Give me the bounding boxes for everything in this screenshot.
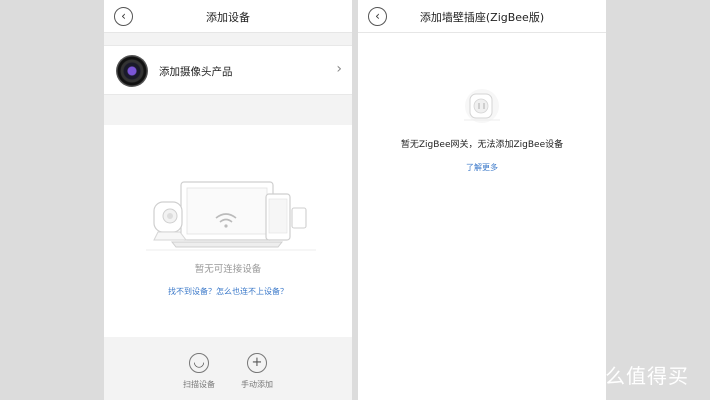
- learn-more-link[interactable]: 了解更多: [358, 162, 606, 173]
- add-device-screen: ‹ 添加设备 添加摄像头产品 › 暂无可连接设备 找不到设备？怎么也连不上设备？…: [104, 0, 352, 400]
- scan-device-label: 扫描设备: [183, 380, 215, 389]
- bottom-actions: ◡ 扫描设备 + 手动添加: [104, 337, 352, 400]
- chevron-right-icon: ›: [336, 61, 342, 77]
- devices-illustration: [146, 181, 316, 251]
- scan-device-button[interactable]: ◡ 扫描设备: [174, 353, 224, 390]
- scan-icon: ◡: [189, 353, 209, 373]
- top-bar: ‹ 添加设备: [104, 0, 352, 33]
- socket-illustration: [464, 89, 500, 123]
- watermark-logo-icon: [543, 358, 571, 385]
- plus-icon: +: [247, 353, 267, 373]
- add-camera-product-item[interactable]: 添加摄像头产品 ›: [104, 45, 352, 95]
- add-wall-socket-screen: ‹ 添加墙壁插座(ZigBee版) 暂无ZigBee网关，无法添加ZigBee设…: [358, 0, 606, 400]
- manual-add-label: 手动添加: [241, 380, 273, 389]
- watermark-text: 什么值得买: [584, 364, 689, 388]
- device-row-label: 添加摄像头产品: [159, 66, 233, 78]
- empty-state-text: 暂无可连接设备: [194, 264, 262, 275]
- page-title: 添加设备: [206, 11, 250, 24]
- empty-state-text: 暂无ZigBee网关，无法添加ZigBee设备: [400, 140, 564, 150]
- manual-add-button[interactable]: + 手动添加: [232, 353, 282, 390]
- camera-lens-icon: [116, 55, 148, 87]
- top-bar: ‹ 添加墙壁插座(ZigBee版): [358, 0, 606, 33]
- help-link[interactable]: 找不到设备？怎么也连不上设备？: [104, 286, 352, 297]
- page-title: 添加墙壁插座(ZigBee版): [419, 11, 545, 24]
